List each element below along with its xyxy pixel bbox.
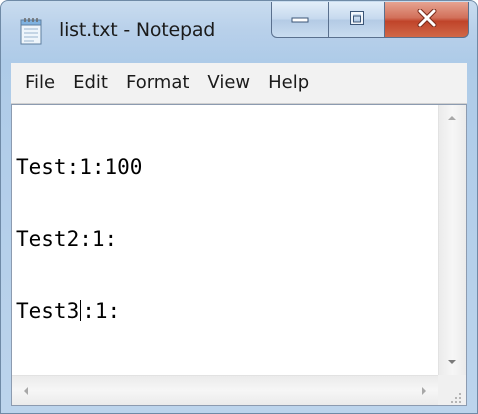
editor-line: Test2:1: (16, 227, 118, 251)
editor-line: Test:1:100 (16, 155, 143, 179)
horizontal-scrollbar[interactable] (12, 375, 438, 405)
close-icon (417, 8, 437, 31)
scroll-down-arrow-icon[interactable] (448, 360, 456, 364)
minimize-icon (291, 10, 309, 29)
title-bar[interactable]: list.txt - Notepad (1, 1, 477, 63)
vertical-scrollbar[interactable] (438, 105, 466, 375)
scroll-up-arrow-icon[interactable] (448, 116, 456, 120)
notepad-window: list.txt - Notepad File Edit Format View… (0, 0, 478, 414)
menu-edit[interactable]: Edit (64, 63, 117, 103)
editor-text-before-caret: Test3 (16, 299, 80, 323)
menu-file[interactable]: File (11, 63, 64, 103)
resize-grip-icon (450, 389, 462, 403)
window-title: list.txt - Notepad (59, 19, 216, 41)
close-button[interactable] (385, 2, 469, 38)
menu-bar: File Edit Format View Help (11, 63, 467, 104)
maximize-icon (349, 10, 365, 30)
client-area: Test:1:100 Test2:1: Test3:1: (11, 104, 467, 406)
menu-format[interactable]: Format (117, 63, 198, 103)
maximize-button[interactable] (329, 2, 385, 38)
size-grip[interactable] (438, 375, 466, 405)
menu-help[interactable]: Help (259, 63, 318, 103)
text-editor[interactable]: Test:1:100 Test2:1: Test3:1: (12, 105, 438, 375)
caption-buttons (271, 2, 469, 38)
editor-line: Test3:1: (16, 299, 438, 323)
scroll-right-arrow-icon[interactable] (422, 387, 426, 395)
notepad-icon[interactable] (20, 17, 42, 45)
menu-view[interactable]: View (198, 63, 259, 103)
minimize-button[interactable] (271, 2, 329, 38)
scroll-left-arrow-icon[interactable] (24, 387, 28, 395)
editor-text-after-caret: :1: (82, 299, 121, 323)
